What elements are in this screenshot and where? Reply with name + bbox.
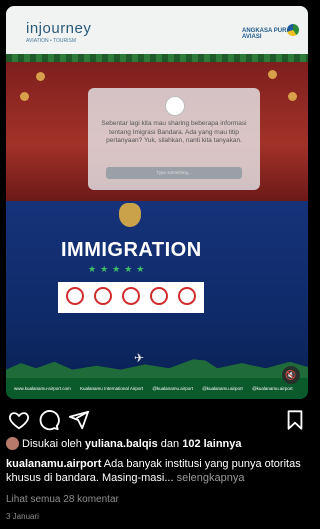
view-all-comments-link[interactable]: Lihat semua 28 komentar [6, 494, 119, 505]
prohibition-signs [58, 282, 204, 313]
ornament-icon [268, 70, 277, 79]
post-image[interactable]: injourney AVIATION • TOURISM ANGKASA PUR… [6, 6, 308, 399]
immigration-crest-icon [119, 203, 141, 227]
injourney-logo: injourney [26, 20, 92, 37]
no-smoking-icon [94, 287, 112, 305]
likes-connector: dan [157, 438, 183, 450]
footer-link-website: www.kualanamu-airport.com [14, 386, 71, 391]
post-action-bar [0, 405, 314, 433]
post-date: 3 Januari [6, 512, 39, 521]
footer-link-instagram: @kualanamu.airport [152, 386, 193, 391]
no-video-icon [178, 287, 196, 305]
likes-summary[interactable]: Disukai oleh yuliana.balqis dan 102 lain… [22, 438, 242, 450]
footer-link-tiktok: @kualanamu.airport [252, 386, 293, 391]
mute-button[interactable]: 🔇 [282, 366, 300, 384]
post-header-band: injourney AVIATION • TOURISM ANGKASA PUR… [6, 6, 308, 54]
liker-avatar[interactable] [6, 437, 19, 450]
garland-decoration [6, 54, 308, 62]
post-caption: kualanamu.airport Ada banyak institusi y… [6, 457, 310, 485]
question-sticker[interactable]: Sebentar lagi kita mau sharing beberapa … [88, 88, 260, 190]
caption-more-link[interactable]: selengkapnya [174, 472, 245, 484]
ornament-icon [36, 72, 45, 81]
footer-link-facebook: Kualanamu International Airport [80, 386, 144, 391]
likes-count[interactable]: 102 lainnya [182, 438, 241, 450]
ornament-icon [20, 92, 29, 101]
no-camera-icon [66, 287, 84, 305]
comment-icon[interactable] [38, 409, 60, 431]
caption-username[interactable]: kualanamu.airport [6, 458, 101, 470]
bookmark-save-icon[interactable] [284, 409, 306, 431]
share-send-icon[interactable] [68, 409, 90, 431]
likes-prefix: Disukai oleh [22, 438, 85, 450]
like-heart-icon[interactable] [8, 409, 30, 431]
sticker-question-text: Sebentar lagi kita mau sharing beberapa … [101, 120, 247, 144]
sticker-avatar [165, 96, 185, 116]
airplane-icon: ✈ [134, 351, 145, 365]
ornament-icon [288, 92, 297, 101]
no-phone-icon [122, 287, 140, 305]
post-footer-links: www.kualanamu-airport.com Kualanamu Inte… [6, 378, 308, 399]
footer-link-twitter: @kualanamu.airport [202, 386, 243, 391]
immigration-sign-text: IMMIGRATION [61, 239, 202, 261]
sign-stars: ★★★★★ [88, 264, 149, 274]
sticker-answer-input[interactable]: Type something... [106, 167, 242, 179]
no-food-icon [150, 287, 168, 305]
angkasa-pura-logo-icon [287, 24, 299, 36]
liker-username[interactable]: yuliana.balqis [85, 438, 158, 450]
injourney-tagline: AVIATION • TOURISM [26, 38, 76, 44]
